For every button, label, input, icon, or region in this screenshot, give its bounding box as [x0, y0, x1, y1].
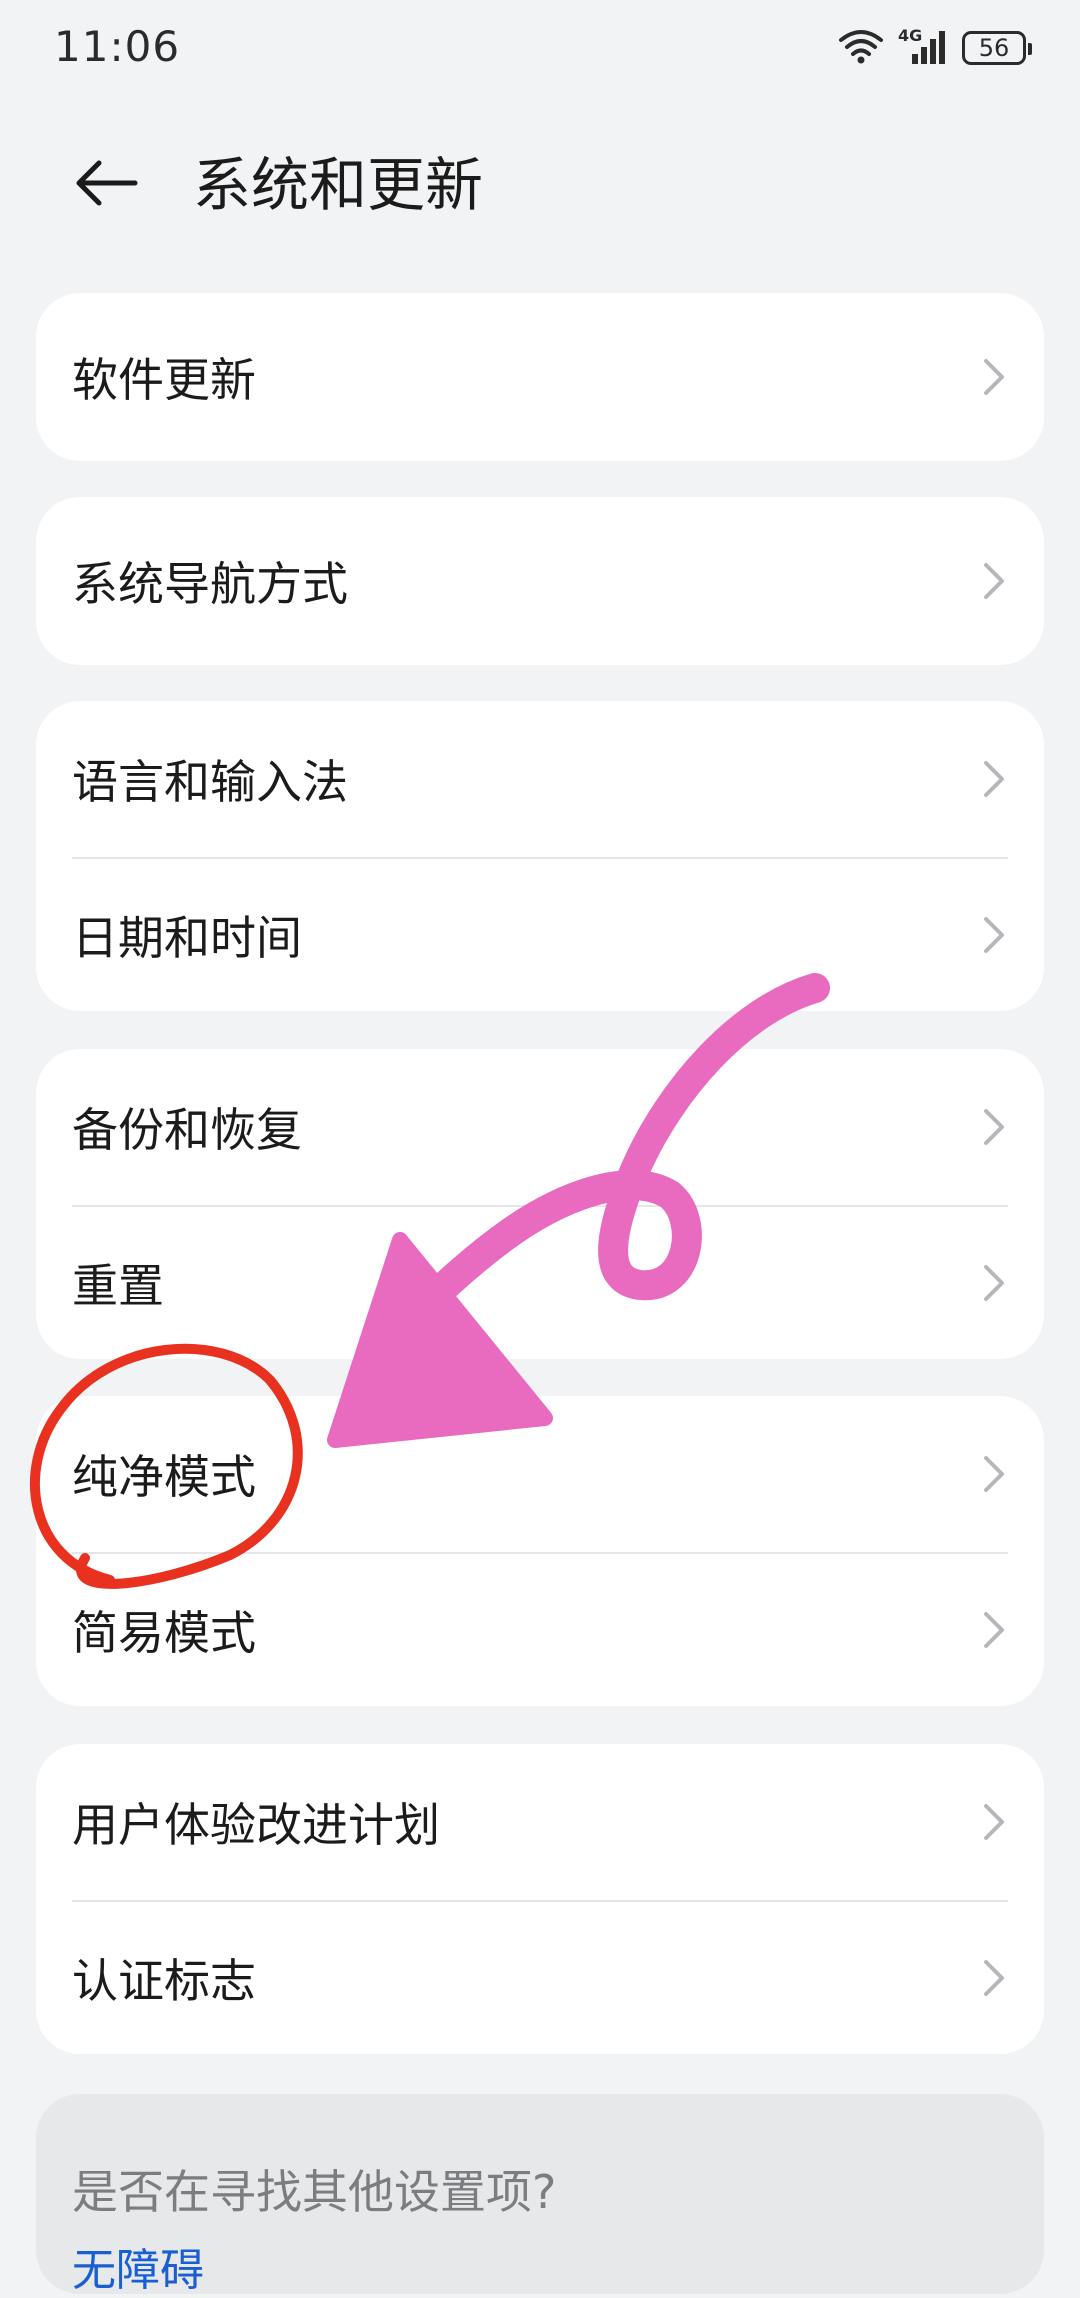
- status-icons: 4G 56: [838, 26, 1032, 70]
- page-header: 系统和更新: [0, 130, 1080, 240]
- settings-item-software-update[interactable]: 软件更新: [36, 293, 1044, 461]
- settings-item-label: 重置: [72, 1259, 164, 1313]
- arrow-left-icon: [73, 158, 139, 212]
- settings-item-label: 日期和时间: [72, 911, 302, 965]
- chevron-right-icon: [980, 757, 1008, 801]
- settings-item-date-time[interactable]: 日期和时间: [36, 859, 1044, 1011]
- chevron-right-icon: [980, 1608, 1008, 1652]
- chevron-right-icon: [980, 1800, 1008, 1844]
- settings-item-label: 简易模式: [72, 1606, 256, 1660]
- status-time: 11:06: [54, 22, 181, 71]
- wifi-icon: [838, 26, 884, 70]
- settings-item-label: 纯净模式: [72, 1450, 256, 1504]
- status-bar: 11:06 4G 56: [0, 0, 1080, 110]
- chevron-right-icon: [980, 1105, 1008, 1149]
- settings-item-pure-mode[interactable]: 纯净模式: [36, 1396, 1044, 1552]
- settings-item-system-navigation[interactable]: 系统导航方式: [36, 497, 1044, 665]
- settings-group-navigation: 系统导航方式: [36, 497, 1044, 665]
- settings-group-language-datetime: 语言和输入法 日期和时间: [36, 701, 1044, 1011]
- settings-group-backup-reset: 备份和恢复 重置: [36, 1049, 1044, 1359]
- settings-item-simple-mode[interactable]: 简易模式: [36, 1554, 1044, 1706]
- settings-item-label: 用户体验改进计划: [72, 1798, 440, 1852]
- other-settings-suggestion-card: 是否在寻找其他设置项? 无障碍: [36, 2094, 1044, 2296]
- cellular-signal-icon: 4G: [898, 26, 948, 66]
- settings-group-software-update: 软件更新: [36, 293, 1044, 461]
- settings-group-modes: 纯净模式 简易模式: [36, 1396, 1044, 1706]
- chevron-right-icon: [980, 1452, 1008, 1496]
- settings-item-language-input[interactable]: 语言和输入法: [36, 701, 1044, 857]
- settings-item-user-experience-program[interactable]: 用户体验改进计划: [36, 1744, 1044, 1900]
- chevron-right-icon: [980, 1956, 1008, 2000]
- settings-item-label: 软件更新: [72, 353, 256, 407]
- chevron-right-icon: [980, 913, 1008, 957]
- settings-item-reset[interactable]: 重置: [36, 1207, 1044, 1359]
- battery-icon: 56: [962, 31, 1032, 65]
- chevron-right-icon: [980, 559, 1008, 603]
- settings-item-backup-restore[interactable]: 备份和恢复: [36, 1049, 1044, 1205]
- page-title: 系统和更新: [193, 151, 484, 219]
- chevron-right-icon: [980, 355, 1008, 399]
- back-button[interactable]: [66, 150, 146, 220]
- chevron-right-icon: [980, 1261, 1008, 1305]
- settings-item-label: 语言和输入法: [72, 755, 348, 809]
- settings-item-certification-logos[interactable]: 认证标志: [36, 1902, 1044, 2054]
- network-type-label: 4G: [898, 26, 923, 45]
- other-settings-question: 是否在寻找其他设置项?: [72, 2165, 557, 2219]
- settings-group-experience-certification: 用户体验改进计划 认证标志: [36, 1744, 1044, 2054]
- settings-item-label: 系统导航方式: [72, 557, 348, 611]
- battery-level: 56: [978, 34, 1010, 62]
- settings-item-label: 认证标志: [72, 1954, 256, 2008]
- settings-item-label: 备份和恢复: [72, 1103, 302, 1157]
